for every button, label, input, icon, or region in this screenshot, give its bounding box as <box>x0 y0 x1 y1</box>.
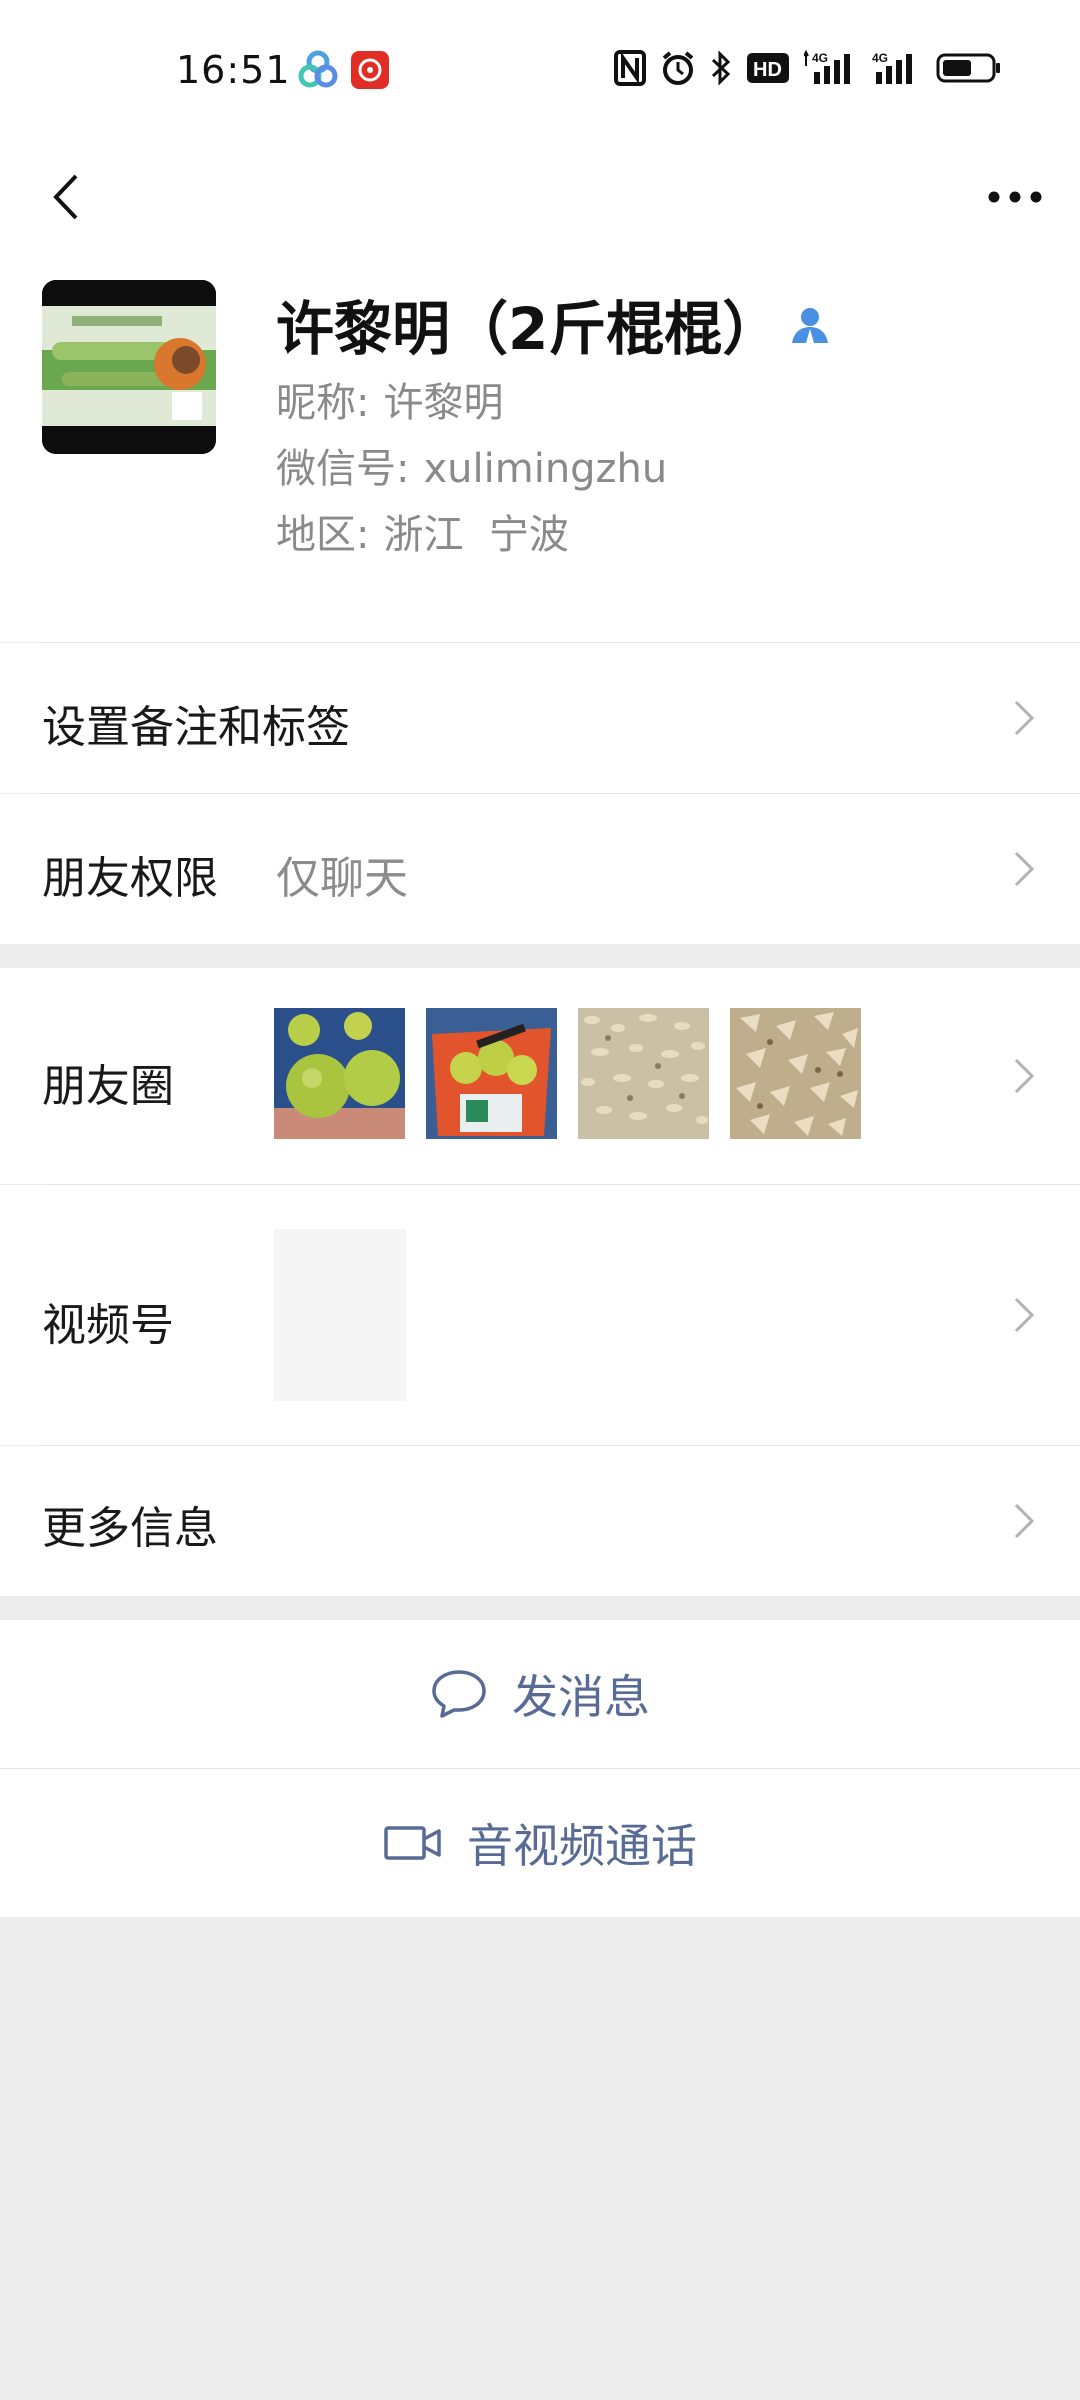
svg-text:HD: HD <box>753 59 782 81</box>
chevron-right-icon <box>1014 851 1035 887</box>
moments-photo-3 <box>578 1008 709 1139</box>
alarm-icon <box>660 50 696 90</box>
hd-voice-icon: HD <box>746 52 790 88</box>
nickname-value: 许黎明 <box>383 380 504 426</box>
wechat-id-value: xulimingzhu <box>423 446 668 492</box>
send-message-label: 发消息 <box>512 1670 650 1724</box>
video-camera-icon <box>384 1826 441 1860</box>
moments-label: 朋友圈 <box>42 1061 174 1112</box>
channels-label: 视频号 <box>42 1300 174 1351</box>
chevron-left-icon <box>53 174 78 220</box>
nfc-icon <box>614 50 646 90</box>
chevron-right-icon <box>1014 1058 1035 1094</box>
bluetooth-icon <box>710 50 732 90</box>
nickname-label: 昵称: <box>276 380 370 426</box>
status-time: 16:51 <box>176 48 291 92</box>
chevron-right-icon <box>1014 1503 1035 1539</box>
region-line: 地区: 浙江 宁波 <box>276 502 569 560</box>
status-icons: HD 4G 4G <box>614 49 1002 90</box>
moments-row[interactable]: 朋友圈 <box>0 968 1080 1184</box>
channels-thumbnail <box>274 1229 406 1401</box>
set-remarks-row[interactable]: 设置备注和标签 <box>0 643 1080 793</box>
svg-text:4G: 4G <box>812 51 828 65</box>
chevron-right-icon <box>1014 1297 1035 1333</box>
friend-permissions-value: 仅聊天 <box>276 853 408 904</box>
moments-photo-2 <box>426 1008 557 1139</box>
back-button[interactable] <box>30 142 100 252</box>
app-notification-icon <box>298 50 338 90</box>
shopping-app-icon <box>350 50 390 90</box>
wechat-id-line: 微信号: xulimingzhu <box>276 436 667 494</box>
more-info-row[interactable]: 更多信息 <box>0 1446 1080 1596</box>
moments-photo-4 <box>730 1008 861 1139</box>
signal-4g-icon: 4G <box>803 49 856 90</box>
moments-photo-1 <box>274 1008 405 1139</box>
contact-name: 许黎明（2斤棍棍） <box>276 295 781 363</box>
more-button[interactable] <box>970 142 1060 252</box>
nav-bar <box>0 142 1080 252</box>
video-call-label: 音视频通话 <box>467 1819 697 1873</box>
chat-bubble-icon <box>432 1670 486 1718</box>
chevron-right-icon <box>1014 700 1035 736</box>
person-tag-icon <box>788 303 832 351</box>
send-message-button[interactable]: 发消息 <box>0 1620 1080 1768</box>
friend-permissions-row[interactable]: 朋友权限 仅聊天 <box>0 794 1080 944</box>
channels-row[interactable]: 视频号 <box>0 1185 1080 1445</box>
nickname-line: 昵称: 许黎明 <box>276 370 503 428</box>
more-info-label: 更多信息 <box>42 1503 218 1554</box>
region-label: 地区: <box>276 512 370 558</box>
region-value: 浙江 宁波 <box>383 512 569 558</box>
set-remarks-label: 设置备注和标签 <box>42 702 350 753</box>
video-call-button[interactable]: 音视频通话 <box>0 1769 1080 1917</box>
moments-thumbnails <box>274 1008 861 1139</box>
profile-header: 许黎明（2斤棍棍） 昵称: 许黎明 微信号: xulimingzhu 地区: 浙江 宁… <box>0 252 1080 642</box>
friend-permissions-label: 朋友权限 <box>42 853 218 904</box>
avatar[interactable] <box>42 280 216 454</box>
wechat-id-label: 微信号: <box>276 446 410 492</box>
svg-text:4G: 4G <box>872 51 888 65</box>
battery-icon <box>936 52 1002 88</box>
signal-4g-icon-2: 4G <box>870 50 922 90</box>
ellipsis-icon <box>988 191 1042 203</box>
status-bar: 16:51 HD 4G 4G <box>0 0 1080 142</box>
